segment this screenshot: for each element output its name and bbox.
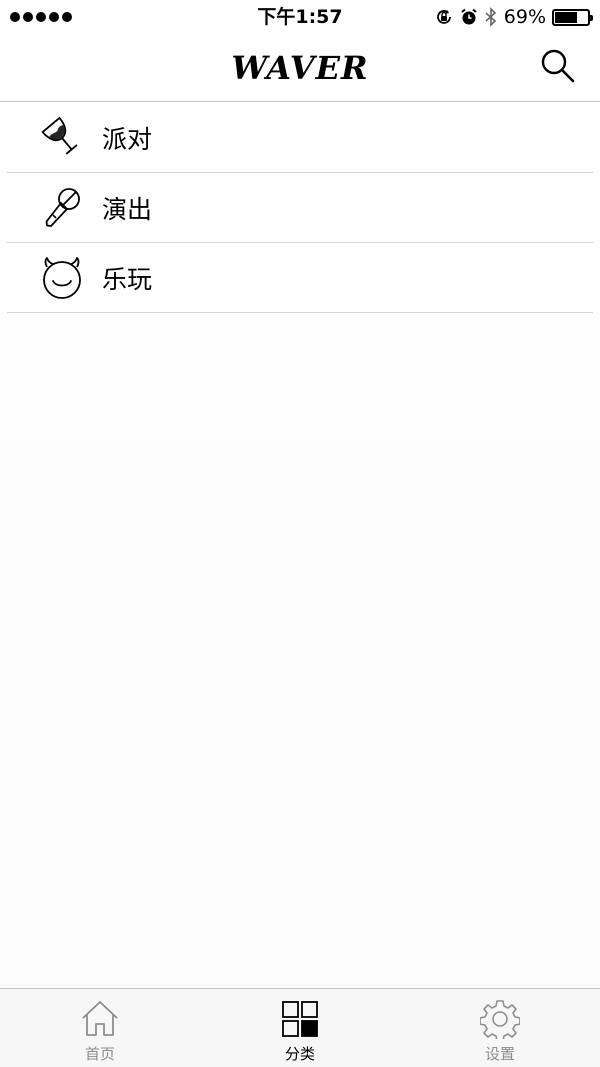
- tab-bar: 首页 分类 设置: [0, 988, 600, 1067]
- battery-fill: [555, 11, 578, 23]
- tab-label: 设置: [484, 1045, 515, 1063]
- category-item-show[interactable]: 演出: [7, 173, 593, 243]
- tab-category[interactable]: 分类: [200, 989, 400, 1067]
- tab-label: 分类: [284, 1045, 315, 1063]
- status-time: 下午1:57: [257, 6, 343, 28]
- tab-label: 首页: [84, 1045, 115, 1063]
- gear-icon: [480, 999, 520, 1039]
- category-label: 演出: [102, 194, 153, 224]
- category-label: 乐玩: [102, 264, 153, 294]
- category-list: 派对 演出 乐玩: [0, 103, 600, 313]
- battery-icon: [552, 8, 593, 26]
- microphone-icon: [39, 185, 85, 231]
- category-label: 派对: [102, 124, 153, 154]
- wine-glass-icon: [39, 115, 85, 161]
- tab-home[interactable]: 首页: [0, 989, 200, 1067]
- category-item-party[interactable]: 派对: [7, 103, 593, 173]
- search-button[interactable]: [538, 48, 578, 88]
- status-bar: 下午1:57 69%: [0, 0, 600, 34]
- tab-settings[interactable]: 设置: [400, 989, 600, 1067]
- category-grid-icon: [280, 999, 320, 1039]
- search-icon: [540, 48, 576, 88]
- category-item-fun[interactable]: 乐玩: [7, 243, 593, 313]
- nav-bar: WAVER: [0, 34, 600, 102]
- app-title: WAVER: [231, 49, 369, 87]
- home-icon: [80, 999, 120, 1039]
- devil-face-icon: [39, 255, 85, 301]
